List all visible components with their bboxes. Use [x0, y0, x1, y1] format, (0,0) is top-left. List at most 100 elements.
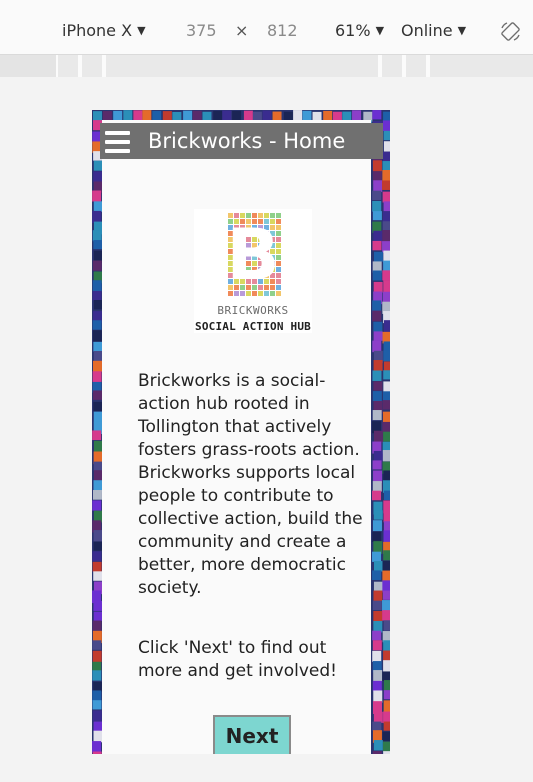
- mosaic-tile: [382, 741, 390, 752]
- mosaic-tile: [92, 751, 102, 754]
- mosaic-tile: [373, 321, 383, 332]
- height-input[interactable]: 812: [267, 20, 298, 42]
- mosaic-tile: [373, 281, 383, 293]
- mosaic-tile: [92, 490, 102, 500]
- ruler-segment[interactable]: [104, 55, 380, 77]
- dimension-separator: ×: [235, 21, 249, 40]
- mosaic-tile: [372, 490, 382, 501]
- mosaic-tile: [372, 310, 382, 322]
- logo-mosaic-letter: B: [226, 213, 281, 296]
- mosaic-tile: [372, 190, 382, 201]
- mosaic-tile: [372, 721, 382, 731]
- mosaic-tile: [373, 180, 383, 193]
- mosaic-tile: [372, 110, 382, 120]
- intro-paragraph: Brickworks is a social-action hub rooted…: [138, 371, 363, 598]
- device-name: iPhone X: [62, 21, 133, 40]
- mosaic-tile: [383, 620, 390, 631]
- mosaic-tile: [382, 400, 390, 410]
- mosaic-tile: [92, 500, 102, 511]
- mosaic-tile: [383, 361, 390, 371]
- mosaic-tile: [383, 350, 390, 362]
- logo-wordmark: BRICKWORKS: [217, 304, 289, 317]
- next-button[interactable]: Next: [213, 715, 291, 754]
- mosaic-tile: [92, 561, 102, 572]
- mosaic-tile: [383, 650, 390, 662]
- mosaic-tile: [92, 620, 102, 631]
- mosaic-tile: [373, 510, 383, 520]
- mosaic-tile: [372, 391, 382, 402]
- ruler-segment[interactable]: [428, 55, 533, 77]
- mosaic-tile: [93, 390, 103, 400]
- ruler-segment[interactable]: [80, 55, 104, 77]
- mosaic-tile: [372, 570, 382, 580]
- hamburger-menu-icon[interactable]: [105, 131, 130, 153]
- mosaic-tile: [92, 710, 102, 722]
- mosaic-tile: [93, 571, 103, 581]
- ruler-segment[interactable]: [380, 55, 404, 77]
- chevron-down-icon: ▼: [137, 24, 146, 37]
- mosaic-tile: [373, 251, 383, 262]
- mosaic-tile: [382, 270, 390, 281]
- mosaic-tile: [373, 740, 383, 751]
- mosaic-tile: [92, 290, 102, 301]
- zoom-select[interactable]: 61% ▼: [335, 20, 384, 44]
- mosaic-tile: [372, 240, 382, 251]
- mosaic-tile: [383, 530, 390, 543]
- mosaic-tile: [183, 110, 193, 121]
- mosaic-tile: [373, 670, 383, 682]
- mosaic-tile: [372, 370, 382, 381]
- mosaic-tile: [383, 370, 390, 380]
- mosaic-tile: [372, 600, 382, 611]
- mosaic-tile: [92, 700, 102, 710]
- mosaic-tile: [192, 110, 202, 121]
- mosaic-tile: [92, 640, 102, 650]
- mosaic-tile: [372, 211, 382, 221]
- mosaic-tile: [382, 120, 390, 132]
- mosaic-tile: [373, 581, 383, 591]
- mosaic-tile: [382, 560, 390, 572]
- mosaic-tile: [92, 741, 102, 753]
- mosaic-tile: [92, 670, 102, 681]
- mosaic-tile: [93, 681, 103, 692]
- mosaic-tile: [102, 111, 112, 121]
- mosaic-tile: [383, 550, 390, 561]
- mosaic-tile: [92, 551, 102, 562]
- mosaic-tile: [383, 280, 390, 293]
- mosaic-tile: [373, 381, 383, 391]
- mosaic-tile: [372, 460, 382, 470]
- width-input[interactable]: 375: [186, 20, 217, 42]
- mosaic-tile: [372, 751, 382, 754]
- network-select[interactable]: Online ▼: [401, 20, 466, 44]
- ruler-segment[interactable]: [404, 55, 428, 77]
- chevron-down-icon: ▼: [375, 24, 385, 37]
- mosaic-tile: [372, 520, 382, 532]
- chevron-down-icon: ▼: [457, 24, 467, 37]
- mosaic-tile: [92, 430, 102, 441]
- mosaic-tile: [383, 660, 390, 672]
- mosaic-tile: [383, 690, 390, 700]
- mosaic-tile: [382, 450, 390, 462]
- mosaic-tile: [382, 671, 390, 681]
- mosaic-tile: [382, 221, 390, 231]
- mosaic-tile: [372, 410, 382, 421]
- mosaic-tile: [383, 201, 390, 212]
- page-title: Brickworks - Home: [148, 129, 346, 153]
- mosaic-tile: [92, 111, 102, 121]
- mosaic-tile: [373, 450, 383, 462]
- mosaic-tile: [382, 421, 390, 432]
- page-card: Brickworks - Home B BRICKWORKS SOCIAL AC…: [100, 120, 383, 754]
- mosaic-tile: [93, 401, 103, 412]
- mosaic-tile: [372, 481, 382, 492]
- mosaic-tile: [373, 711, 383, 723]
- mosaic-tile: [373, 331, 383, 341]
- mosaic-tile: [383, 490, 390, 501]
- media-query-ruler: [0, 55, 533, 77]
- mosaic-tile: [92, 210, 102, 223]
- mosaic-tile: [373, 561, 383, 572]
- rotate-icon[interactable]: [500, 21, 521, 42]
- ruler-segment[interactable]: [56, 55, 80, 77]
- mosaic-tile: [383, 711, 390, 724]
- device-select[interactable]: iPhone X ▼: [62, 20, 146, 44]
- mosaic-tile: [382, 731, 390, 742]
- mosaic-tile: [372, 551, 382, 562]
